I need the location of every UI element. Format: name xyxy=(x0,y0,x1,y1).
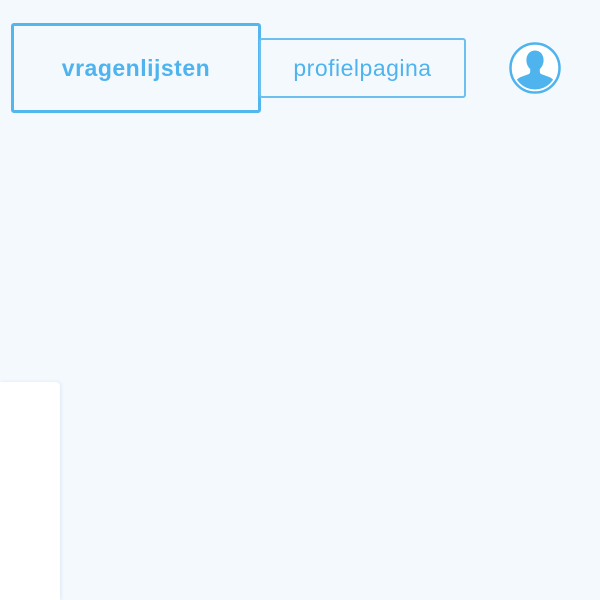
profile-avatar-button[interactable] xyxy=(509,42,561,94)
tab-profielpagina[interactable]: profielpagina xyxy=(259,38,466,98)
tab-vragenlijsten-label: vragenlijsten xyxy=(61,54,211,81)
user-avatar-icon xyxy=(509,42,561,94)
side-content-panel xyxy=(0,382,60,600)
app-page: vragenlijsten profielpagina xyxy=(0,0,600,600)
tab-vragenlijsten[interactable]: vragenlijsten xyxy=(11,23,261,113)
tab-profielpagina-label: profielpagina xyxy=(293,54,432,81)
top-navigation: vragenlijsten profielpagina xyxy=(0,0,600,140)
